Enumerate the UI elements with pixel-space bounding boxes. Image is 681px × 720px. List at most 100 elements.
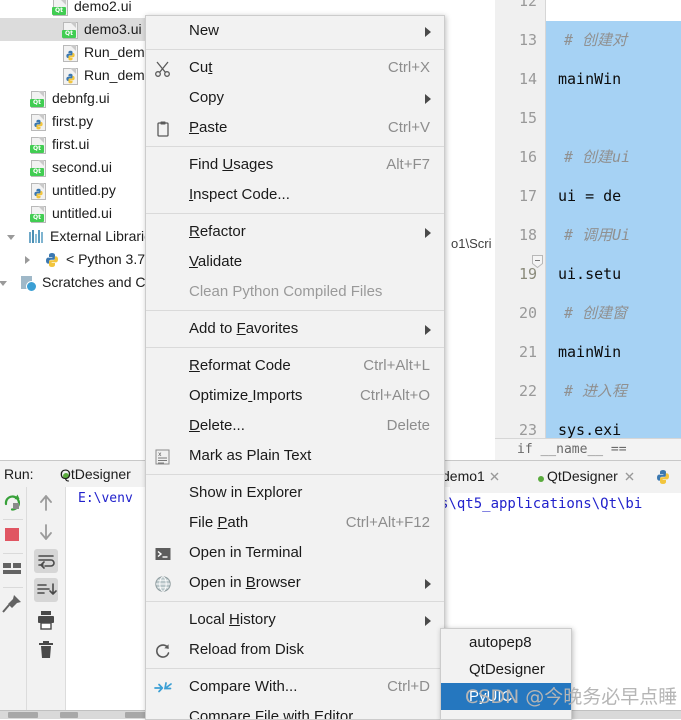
chevron-right-icon bbox=[425, 616, 431, 626]
menu-separator bbox=[146, 601, 444, 602]
menu-item-compare-with[interactable]: Compare With... Ctrl+D bbox=[146, 672, 444, 702]
tree-item-label: first.py bbox=[52, 113, 94, 129]
run-tab-demo1[interactable]: demo1 bbox=[442, 468, 485, 484]
code-line[interactable]: # 创建ui bbox=[546, 138, 681, 177]
menu-item-file-path[interactable]: File Path Ctrl+Alt+F12 bbox=[146, 508, 444, 538]
run-path-text: s\qt5_applications\Qt\bi bbox=[440, 496, 643, 512]
run-config-name[interactable]: QtDesigner bbox=[60, 466, 131, 482]
menu-item-shortcut: Alt+F7 bbox=[386, 156, 430, 173]
line-number: 18 bbox=[518, 226, 537, 244]
menu-item-validate[interactable]: Validate bbox=[146, 247, 444, 277]
menu-item-delete[interactable]: Delete... Delete bbox=[146, 411, 444, 441]
close-icon[interactable] bbox=[623, 470, 636, 483]
menu-item-paste[interactable]: Paste Ctrl+V bbox=[146, 113, 444, 143]
close-icon[interactable] bbox=[488, 470, 501, 483]
menu-separator bbox=[146, 474, 444, 475]
submenu-item-qtdesigner[interactable]: QtDesigner bbox=[441, 656, 571, 683]
name-guard-line: if __name__ == bbox=[495, 438, 681, 461]
menu-item-reload-from-disk[interactable]: Reload from Disk bbox=[146, 635, 444, 665]
menu-item-label: Show in Explorer bbox=[189, 484, 303, 501]
menu-item-label: Delete... bbox=[189, 417, 245, 434]
arrow-up-icon[interactable] bbox=[34, 491, 58, 515]
chevron-right-icon bbox=[425, 228, 431, 238]
code-line[interactable]: # 创建窗 bbox=[546, 294, 681, 333]
menu-item-label: Validate bbox=[189, 253, 243, 270]
menu-item-compare-file-with-editor[interactable]: Compare File with Editor bbox=[146, 702, 444, 719]
code-line[interactable]: # 创建对 bbox=[546, 21, 681, 60]
chevron-down-icon[interactable] bbox=[6, 232, 16, 242]
run-toolbar-secondary[interactable] bbox=[27, 487, 66, 711]
menu-item-shortcut: Ctrl+X bbox=[387, 59, 430, 76]
tree-item-label: debnfg.ui bbox=[52, 90, 110, 106]
menu-item-open-in-browser[interactable]: Open in Browser bbox=[146, 568, 444, 598]
menu-item-label: Copy bbox=[189, 89, 225, 106]
editor-code-view[interactable]: # 创建对 mainWin # 创建ui ui = de # 调用Ui ui.setu # … bbox=[546, 0, 681, 438]
menu-item-refactor[interactable]: Refactor bbox=[146, 217, 444, 247]
run-tab-qtdesigner[interactable]: QtDesigner bbox=[547, 468, 618, 484]
rerun-button[interactable] bbox=[1, 491, 25, 515]
code-line[interactable]: # 调用Ui bbox=[546, 216, 681, 255]
external-tools-submenu[interactable]: autopep8 QtDesigner PyUIC bbox=[440, 628, 572, 720]
stop-button[interactable] bbox=[1, 523, 25, 547]
python-console-icon[interactable] bbox=[655, 469, 671, 485]
tree-item-label: demo2.ui bbox=[74, 0, 132, 14]
menu-item-local-history[interactable]: Local History bbox=[146, 605, 444, 635]
menu-separator bbox=[146, 49, 444, 50]
menu-item-inspect-code[interactable]: Inspect Code... bbox=[146, 180, 444, 210]
chevron-right-icon bbox=[425, 579, 431, 589]
submenu-item-pyuic[interactable]: PyUIC bbox=[441, 683, 571, 710]
run-tab-status-dot bbox=[538, 476, 544, 482]
scissors-icon bbox=[154, 59, 172, 77]
soft-wrap-icon[interactable] bbox=[34, 549, 58, 573]
trash-icon[interactable] bbox=[34, 638, 58, 662]
printer-icon[interactable] bbox=[34, 608, 58, 632]
run-tabs-strip[interactable]: demo1 QtDesigner bbox=[442, 460, 681, 493]
menu-item-label: Clean Python Compiled Files bbox=[189, 283, 383, 300]
menu-item-label: Reformat Code bbox=[189, 357, 291, 374]
code-line[interactable]: sys.exi bbox=[546, 411, 681, 438]
clipboard-icon bbox=[154, 119, 172, 137]
menu-item-copy[interactable]: Copy bbox=[146, 83, 444, 113]
menu-item-open-in-terminal[interactable]: Open in Terminal bbox=[146, 538, 444, 568]
menu-item-mark-as-plain-text[interactable]: x Mark as Plain Text bbox=[146, 441, 444, 471]
file-context-menu[interactable]: New Cut Ctrl+X Copy Paste Ctrl+V Find Usages Al… bbox=[145, 15, 445, 720]
editor-gutter[interactable]: 12 13 14 15 16 17 18 19 20 21 22 23 bbox=[495, 0, 546, 439]
submenu-item-label: PyUIC bbox=[469, 688, 513, 705]
menu-item-optimize-imports[interactable]: Optimize Imports Ctrl+Alt+O bbox=[146, 381, 444, 411]
tree-item-label: untitled.ui bbox=[52, 205, 112, 221]
scroll-to-end-icon[interactable] bbox=[34, 578, 58, 602]
chevron-right-icon[interactable] bbox=[22, 255, 32, 265]
menu-item-show-in-explorer[interactable]: Show in Explorer bbox=[146, 478, 444, 508]
layout-button[interactable] bbox=[1, 557, 25, 581]
menu-item-reformat-code[interactable]: Reformat Code Ctrl+Alt+L bbox=[146, 351, 444, 381]
code-line[interactable]: ui = de bbox=[546, 177, 681, 216]
menu-item-cut[interactable]: Cut Ctrl+X bbox=[146, 53, 444, 83]
menu-separator bbox=[146, 146, 444, 147]
chevron-right-icon bbox=[425, 27, 431, 37]
pin-icon[interactable] bbox=[1, 593, 25, 617]
code-line[interactable]: ui.setu bbox=[546, 255, 681, 294]
arrow-down-icon[interactable] bbox=[34, 520, 58, 544]
submenu-item-autopep8[interactable]: autopep8 bbox=[441, 629, 571, 656]
code-fold-marker-icon[interactable] bbox=[532, 255, 543, 269]
menu-item-shortcut: Ctrl+V bbox=[387, 119, 430, 136]
run-toolbar-primary[interactable] bbox=[0, 487, 27, 711]
name-guard-text: if __name__ == bbox=[517, 442, 627, 457]
qt-ui-file-icon: Qt bbox=[52, 0, 68, 16]
code-line[interactable]: mainWin bbox=[546, 60, 681, 99]
python-file-icon bbox=[30, 183, 46, 200]
menu-item-new[interactable]: New bbox=[146, 16, 444, 46]
run-path-line: s\qt5_applications\Qt\bi bbox=[440, 494, 681, 518]
code-line[interactable] bbox=[546, 99, 681, 138]
code-line[interactable]: mainWin bbox=[546, 333, 681, 372]
menu-item-add-to-favorites[interactable]: Add to Favorites bbox=[146, 314, 444, 344]
python-file-icon bbox=[62, 68, 78, 85]
menu-item-find-usages[interactable]: Find Usages Alt+F7 bbox=[146, 150, 444, 180]
tree-item-label: first.ui bbox=[52, 136, 90, 152]
code-line-text: # 创建ui bbox=[564, 148, 631, 166]
code-line[interactable]: # 进入程 bbox=[546, 372, 681, 411]
scratches-icon bbox=[20, 275, 37, 292]
menu-item-label: New bbox=[189, 22, 220, 39]
tree-item-demo3-ui[interactable]: Qt demo3.ui bbox=[0, 18, 160, 41]
chevron-down-icon[interactable] bbox=[0, 278, 8, 288]
